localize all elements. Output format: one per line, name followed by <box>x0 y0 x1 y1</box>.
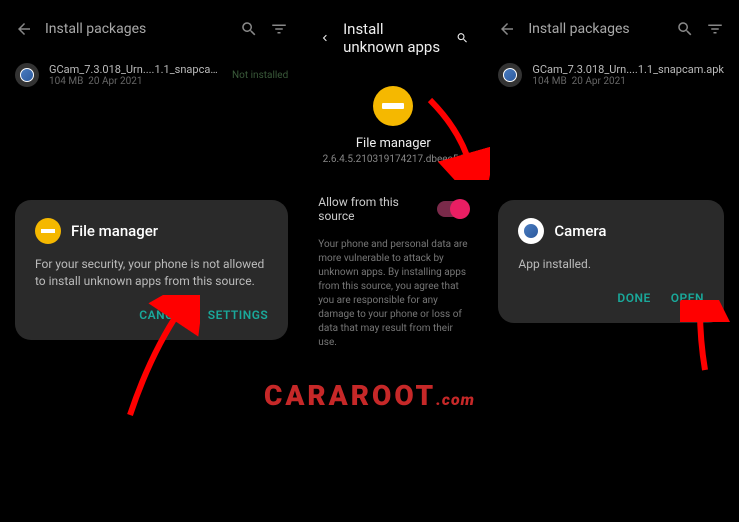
folder-icon <box>373 86 413 126</box>
search-icon[interactable] <box>456 29 469 47</box>
page-title-left: Install packages <box>45 21 228 37</box>
back-icon[interactable] <box>318 29 331 47</box>
dialog-body: App installed. <box>518 256 704 273</box>
install-success-dialog: Camera App installed. DONE OPEN <box>498 200 724 323</box>
camera-icon <box>518 218 544 244</box>
apk-icon <box>15 63 39 87</box>
topbar-right: Install packages <box>498 20 724 38</box>
dialog-title: File manager <box>71 222 158 240</box>
dialog-title: Camera <box>554 222 606 240</box>
apk-icon <box>498 63 522 87</box>
toggle-label: Allow from this source <box>318 195 436 223</box>
filter-icon[interactable] <box>706 20 724 38</box>
install-blocked-dialog: File manager For your security, your pho… <box>15 200 288 340</box>
apk-filename: GCam_7.3.018_Urn....1.1_snapcam.apk <box>49 63 222 76</box>
watermark: CARAROOT.com <box>264 379 475 412</box>
status-badge: Not installed <box>232 70 288 81</box>
allow-source-row: Allow from this source <box>318 195 468 223</box>
open-button[interactable]: OPEN <box>671 291 704 305</box>
apk-item[interactable]: GCam_7.3.018_Urn....1.1_snapcam.apk 104 … <box>15 63 288 87</box>
topbar-mid: Install unknown apps <box>318 20 468 56</box>
dialog-body: For your security, your phone is not all… <box>35 256 268 290</box>
warning-text: Your phone and personal data are more vu… <box>318 238 468 350</box>
page-title-right: Install packages <box>528 21 664 37</box>
apk-meta: 104 MB 20 Apr 2021 <box>532 76 724 87</box>
back-icon[interactable] <box>15 20 33 38</box>
search-icon[interactable] <box>676 20 694 38</box>
filter-icon[interactable] <box>270 20 288 38</box>
back-icon[interactable] <box>498 20 516 38</box>
done-button[interactable]: DONE <box>617 291 650 305</box>
settings-button[interactable]: SETTINGS <box>208 308 269 322</box>
search-icon[interactable] <box>240 20 258 38</box>
apk-item[interactable]: GCam_7.3.018_Urn....1.1_snapcam.apk 104 … <box>498 63 724 87</box>
app-version: 2.6.4.5.210319174217.dbeec54 <box>318 154 468 165</box>
app-name: File manager <box>318 136 468 151</box>
app-info: File manager 2.6.4.5.210319174217.dbeec5… <box>318 86 468 165</box>
apk-meta: 104 MB 20 Apr 2021 <box>49 76 222 87</box>
cancel-button[interactable]: CANCEL <box>139 308 187 322</box>
topbar-left: Install packages <box>15 20 288 38</box>
allow-source-toggle[interactable] <box>437 201 469 217</box>
page-title-mid: Install unknown apps <box>343 20 443 56</box>
folder-icon <box>35 218 61 244</box>
apk-filename: GCam_7.3.018_Urn....1.1_snapcam.apk <box>532 63 724 76</box>
